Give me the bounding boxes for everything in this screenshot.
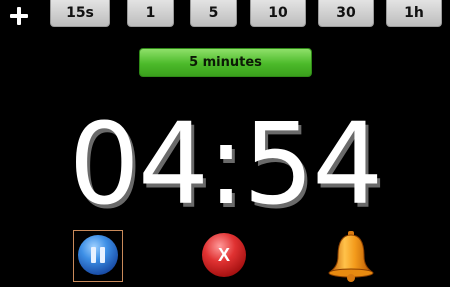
- preset-1-button[interactable]: 1: [127, 0, 174, 27]
- preset-5-button[interactable]: 5: [190, 0, 237, 27]
- alarm-button[interactable]: [326, 228, 376, 282]
- countdown-display: 04:54: [68, 100, 384, 230]
- preset-10-button[interactable]: 10: [250, 0, 306, 27]
- pause-icon: [78, 235, 118, 275]
- add-timer-button[interactable]: [8, 5, 30, 27]
- cancel-button[interactable]: X: [202, 233, 248, 279]
- pause-button[interactable]: [73, 230, 123, 282]
- preset-1h-button[interactable]: 1h: [386, 0, 442, 27]
- preset-15s-button[interactable]: 15s: [50, 0, 110, 27]
- cancel-glyph: X: [217, 244, 230, 265]
- bell-icon: [328, 231, 374, 282]
- preset-30-button[interactable]: 30: [318, 0, 374, 27]
- timer-duration-label: 5 minutes: [139, 48, 312, 77]
